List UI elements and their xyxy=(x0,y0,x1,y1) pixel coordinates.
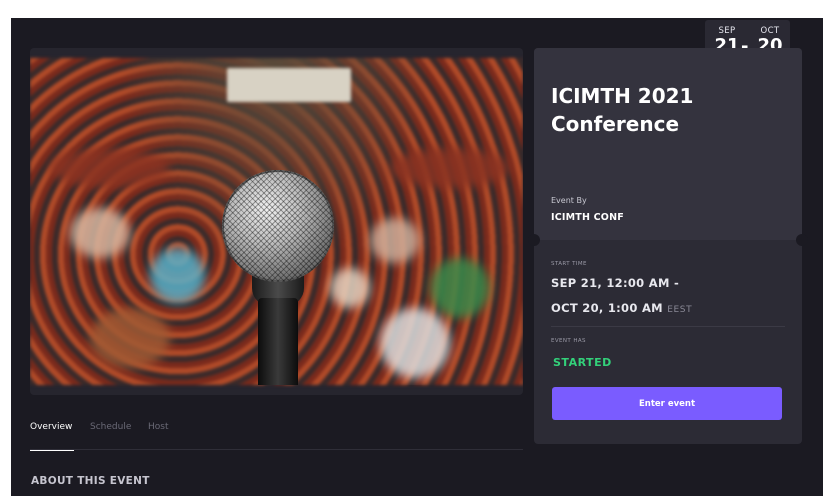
microphone-icon xyxy=(222,170,334,282)
enter-event-button[interactable]: Enter event xyxy=(552,387,782,420)
event-info-card: ICIMTH 2021 Conference Event By ICIMTH C… xyxy=(528,48,808,444)
timezone: EEST xyxy=(667,305,693,315)
start-time-line-1: SEP 21, 12:00 AM - xyxy=(551,276,680,290)
about-heading: ABOUT THIS EVENT xyxy=(31,475,150,487)
tab-overview[interactable]: Overview xyxy=(30,422,72,432)
tab-host[interactable]: Host xyxy=(148,422,169,432)
start-time-label: START TIME xyxy=(551,261,587,267)
event-organizer: ICIMTH CONF xyxy=(551,212,624,223)
tab-schedule[interactable]: Schedule xyxy=(90,422,131,432)
ticket-notch-right xyxy=(796,234,808,246)
event-page: SEP 21 2021 - OCT 20 2021 ICIMTH 2021 Co… xyxy=(11,18,823,496)
tabs-divider xyxy=(30,449,523,450)
audience-crowd xyxy=(30,58,523,385)
event-cover-image xyxy=(30,48,523,395)
start-time-line-2: OCT 20, 1:00 AM EEST xyxy=(551,301,692,315)
ticket-notch-left xyxy=(528,234,540,246)
microphone-stand xyxy=(258,298,298,385)
stage-banner xyxy=(227,68,351,102)
divider xyxy=(551,326,785,327)
status-badge: STARTED xyxy=(553,356,612,369)
status-label: EVENT HAS xyxy=(551,338,586,344)
event-title: ICIMTH 2021 Conference xyxy=(551,84,694,136)
event-by-label: Event By xyxy=(551,196,587,205)
end-time-value: OCT 20, 1:00 AM xyxy=(551,301,663,315)
